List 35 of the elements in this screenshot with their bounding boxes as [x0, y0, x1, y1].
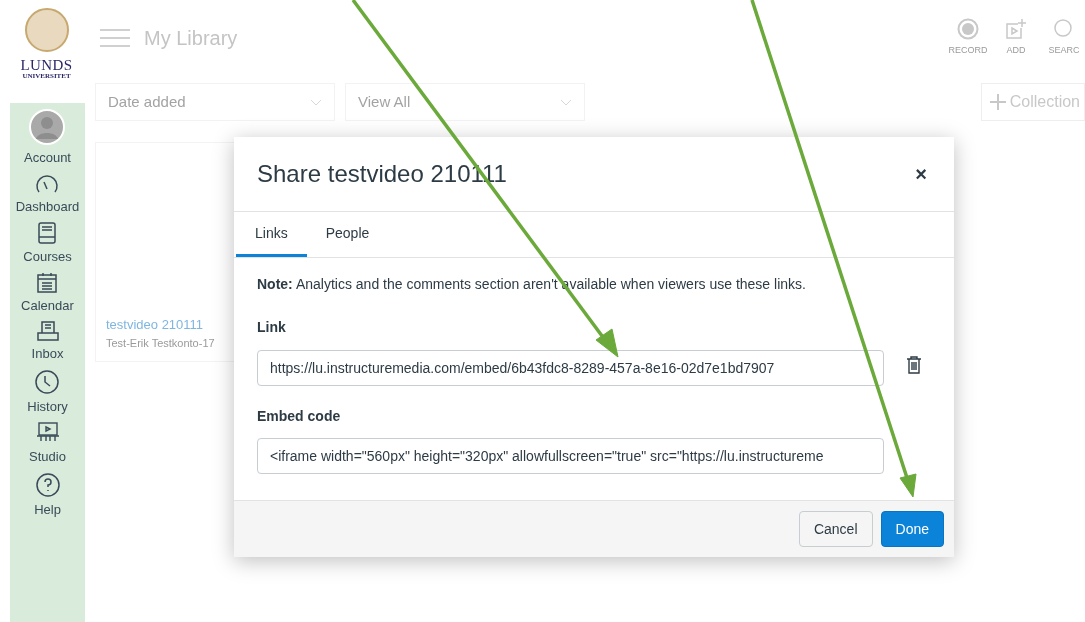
record-icon [957, 18, 979, 41]
close-button[interactable]: × [915, 159, 927, 189]
inbox-icon [36, 321, 59, 341]
sidebar-item[interactable]: History [27, 367, 68, 416]
sidebar-item[interactable]: Studio [29, 420, 66, 467]
tab[interactable]: People [306, 212, 389, 257]
chevron-icon [560, 98, 572, 106]
embed-code-label: Embed code [257, 407, 342, 426]
sidebar-item[interactable]: Help [34, 470, 61, 519]
sidebar-item[interactable]: Dashboard [15, 171, 80, 216]
gauge-icon [34, 173, 61, 194]
cancel-button[interactable]: Cancel [798, 511, 873, 547]
calendar-icon [37, 272, 58, 293]
link-label: Link [257, 318, 287, 337]
chevron-icon [310, 98, 322, 106]
logo-text: LUNDS [20, 58, 73, 73]
tab[interactable]: Links [236, 212, 307, 257]
sidebar-item[interactable]: Account [24, 107, 71, 168]
sidebar-item[interactable]: Inbox [31, 319, 64, 364]
page-title: My Library [144, 26, 238, 51]
book-icon [38, 222, 57, 244]
sidebar-item[interactable]: Courses [23, 220, 72, 267]
plus-icon [989, 94, 1006, 110]
add-media-icon [1005, 18, 1027, 41]
screen-icon [35, 422, 60, 444]
embed-code-field[interactable]: <iframe width="560px" height="320px" allowfullscreen="true" src="https://lu.instructureme [257, 438, 884, 474]
link-field[interactable]: https://lu.instructuremedia.com/embed/6b43fdc8-8289-457a-8e16-02d7e1bd7907 [257, 350, 884, 386]
done-button[interactable]: Done [880, 511, 944, 547]
trash-icon[interactable] [906, 356, 922, 374]
video-owner: Test-Erik Testkonto-17 [106, 335, 216, 351]
avatar-icon [29, 109, 66, 145]
sidebar-item[interactable]: Calendar [21, 270, 74, 315]
university-seal-icon [24, 8, 69, 52]
clock-icon [35, 369, 60, 394]
help-icon [35, 472, 60, 497]
